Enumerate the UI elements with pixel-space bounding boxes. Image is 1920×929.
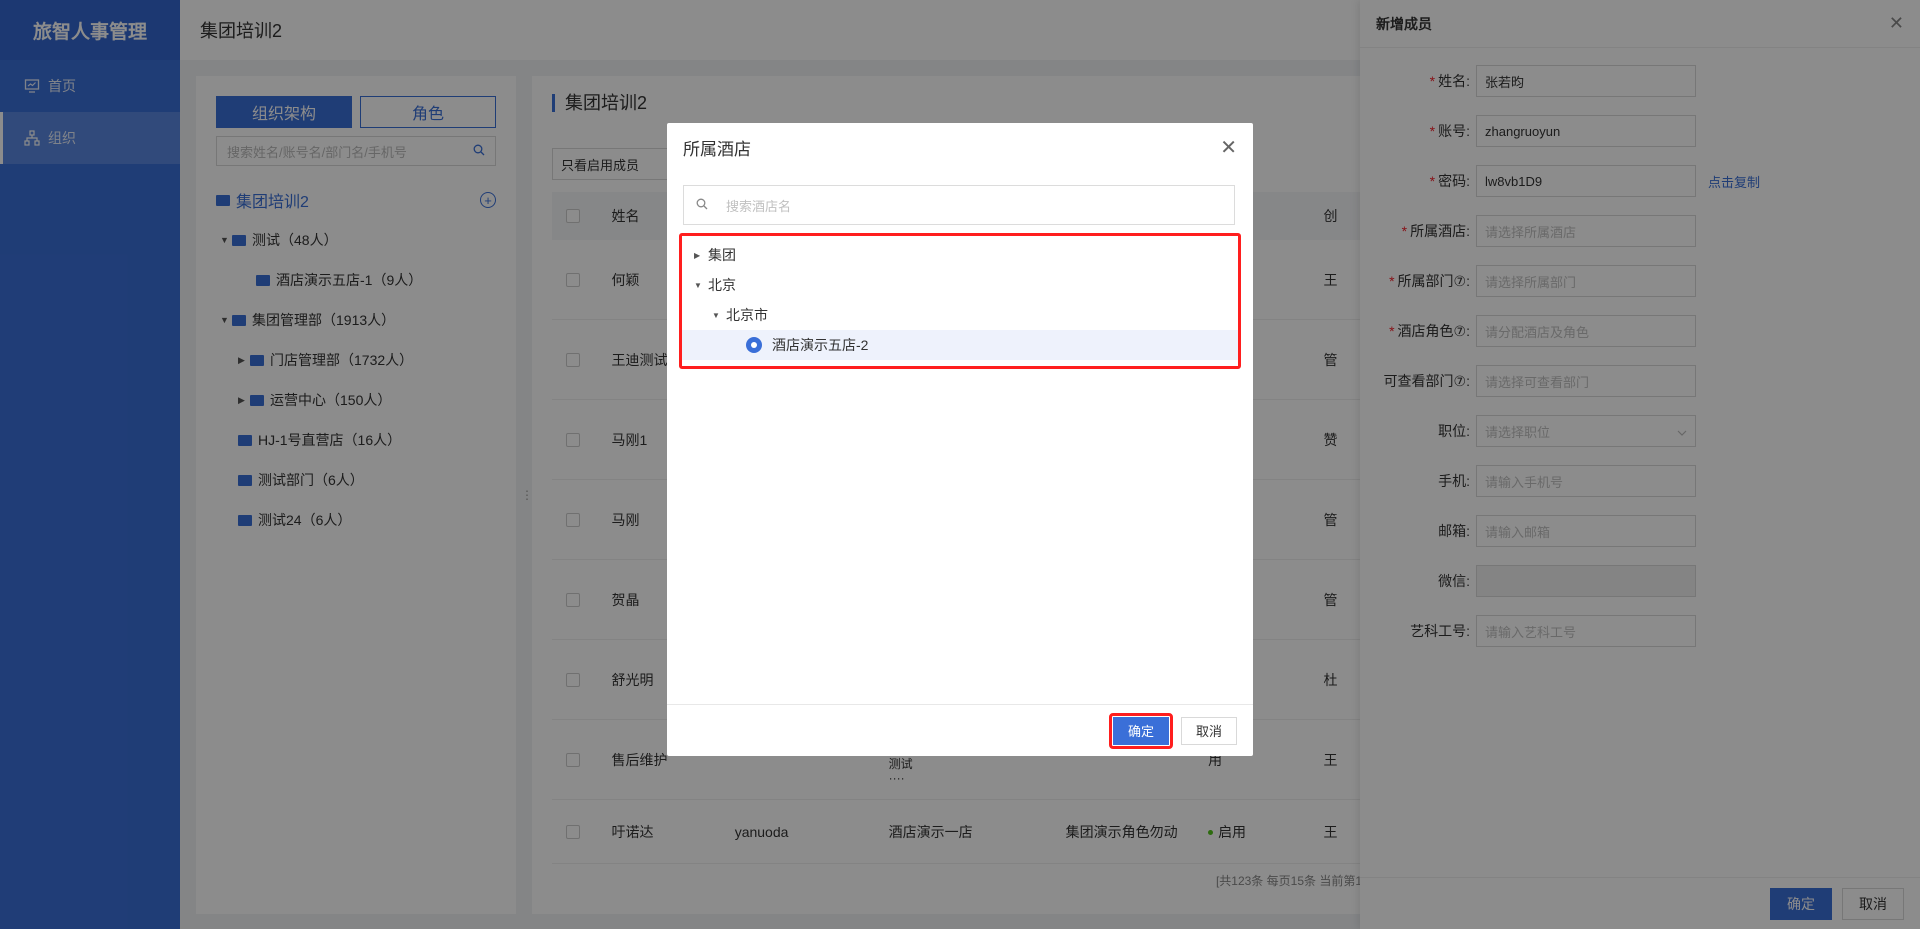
modal-confirm-button[interactable]: 确定 (1112, 716, 1169, 745)
hotel-tree-label: 北京市 (726, 307, 768, 323)
hotel-tree-label: 集团 (708, 247, 736, 263)
hotel-search-placeholder: 搜索酒店名 (726, 198, 792, 214)
modal-cancel-button[interactable]: 取消 (1180, 716, 1237, 745)
hotel-tree-node-hotel[interactable]: 酒店演示五店-2 (682, 330, 1238, 360)
caret-right-icon[interactable]: ▶ (694, 251, 708, 260)
search-icon (696, 198, 708, 213)
hotel-tree-label: 酒店演示五店-2 (772, 337, 869, 353)
hotel-search-input[interactable]: 搜索酒店名 (683, 185, 1235, 225)
radio-selected-icon[interactable] (746, 337, 762, 353)
confirm-highlight: 确定 (1108, 712, 1173, 749)
hotel-tree: ▶ 集团 ▼ 北京 ▼ 北京市 酒店演示五店-2 (679, 233, 1241, 369)
hotel-tree-node-beijing[interactable]: ▼ 北京 (682, 270, 1238, 300)
caret-down-icon[interactable]: ▼ (712, 311, 726, 320)
hotel-tree-node-group[interactable]: ▶ 集团 (682, 240, 1238, 270)
close-icon[interactable]: ✕ (1220, 135, 1237, 160)
hotel-select-modal: 所属酒店 ✕ 搜索酒店名 ▶ 集团 ▼ 北京 ▼ 北京市 酒店演示五店-2 确定… (667, 123, 1253, 756)
caret-down-icon[interactable]: ▼ (694, 281, 708, 290)
hotel-tree-node-beijing-city[interactable]: ▼ 北京市 (682, 300, 1238, 330)
modal-title: 所属酒店 (683, 139, 751, 159)
hotel-tree-label: 北京 (708, 277, 736, 293)
